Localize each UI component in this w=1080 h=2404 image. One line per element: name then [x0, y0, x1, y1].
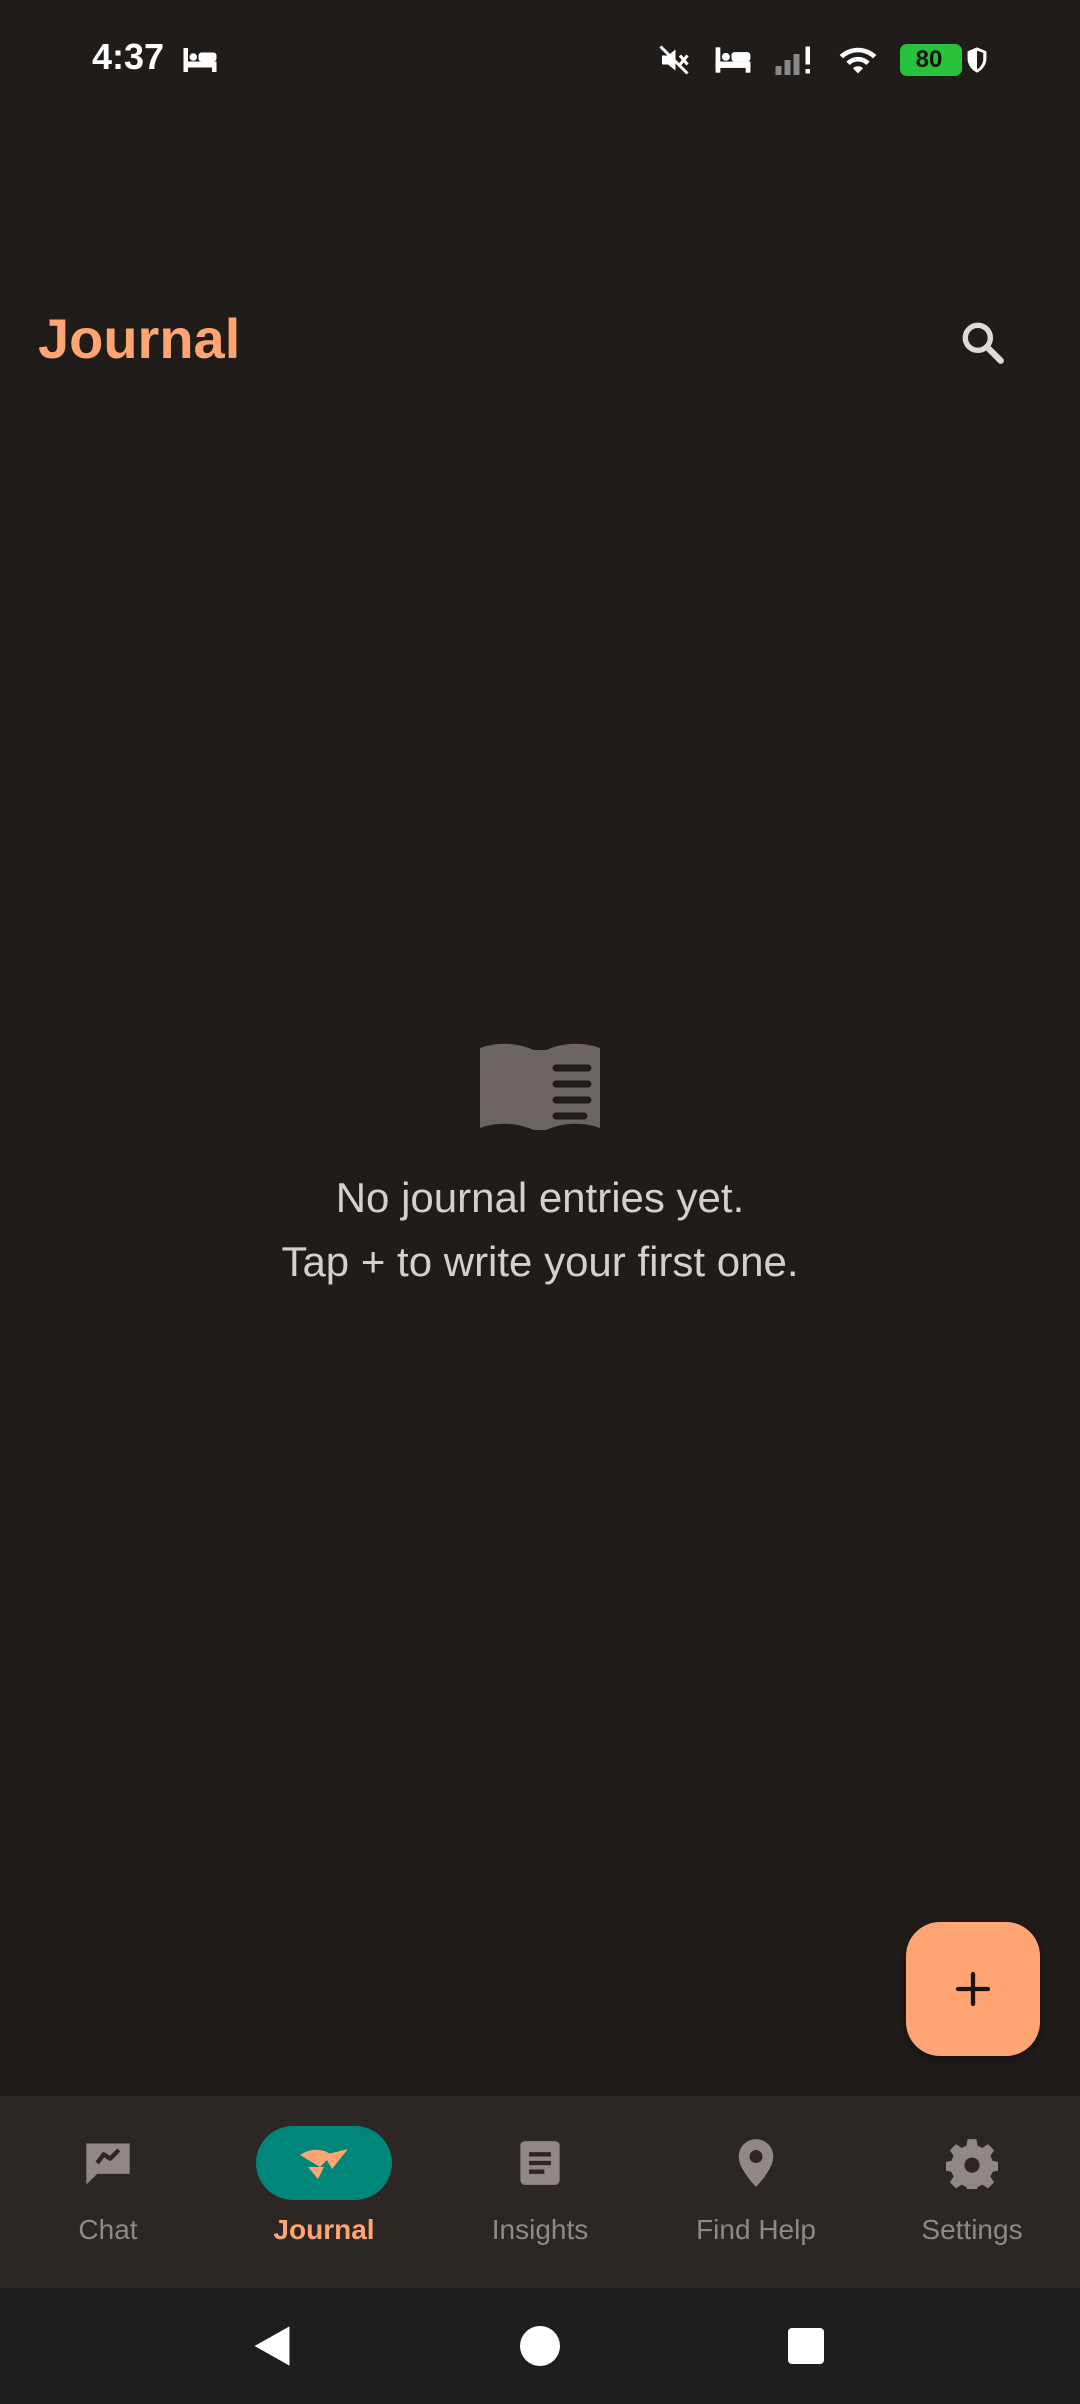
system-navigation-bar — [0, 2288, 1080, 2404]
nav-item-settings[interactable]: Settings — [864, 2096, 1080, 2288]
open-book-icon — [480, 1043, 600, 1130]
wifi-icon — [839, 47, 877, 74]
back-icon[interactable] — [250, 2322, 294, 2370]
search-icon — [962, 322, 1004, 364]
cell-signal-icon — [775, 46, 810, 75]
bed-icon — [715, 47, 751, 73]
journal-icon — [300, 2149, 348, 2179]
empty-state: No journal entries yet. Tap + to write y… — [0, 1040, 1080, 1286]
nav-pill — [472, 2126, 608, 2200]
nav-item-journal[interactable]: Journal — [216, 2096, 432, 2288]
insights-icon — [520, 2141, 560, 2185]
nav-item-insights[interactable]: Insights — [432, 2096, 648, 2288]
nav-pill — [40, 2126, 176, 2200]
mute-icon — [659, 45, 689, 75]
nav-pill — [688, 2126, 824, 2200]
status-time: 4:37 — [92, 36, 165, 77]
nav-label: Settings — [921, 2214, 1023, 2245]
battery-indicator: 80 — [900, 44, 962, 76]
bed-icon — [183, 48, 217, 72]
nav-pill — [904, 2126, 1040, 2200]
battery-level: 80 — [915, 46, 943, 73]
shield-icon — [967, 47, 987, 73]
nav-item-find-help[interactable]: Find Help — [648, 2096, 864, 2288]
nav-pill-active — [256, 2126, 392, 2200]
nav-label: Insights — [491, 2214, 589, 2245]
status-icons: 80 — [656, 40, 988, 80]
status-bar: 4:37 80 — [0, 0, 1080, 120]
nav-item-chat[interactable]: Chat — [0, 2096, 216, 2288]
nav-label: Chat — [78, 2214, 138, 2245]
plus-icon — [955, 1971, 991, 2007]
chat-icon — [86, 2143, 130, 2185]
empty-hint: Tap + to write your first one. — [281, 1238, 799, 1285]
gear-icon — [946, 2139, 998, 2189]
location-pin-icon — [738, 2139, 774, 2187]
recents-icon[interactable] — [786, 2326, 826, 2366]
nav-label: Find Help — [696, 2214, 816, 2245]
add-entry-button[interactable] — [906, 1922, 1040, 2056]
app-header: Journal — [0, 280, 1080, 400]
home-icon[interactable] — [518, 2322, 562, 2370]
empty-message: No journal entries yet. — [335, 1174, 745, 1221]
search-button[interactable] — [946, 306, 1018, 378]
page-title: Journal — [38, 307, 241, 370]
bottom-navigation: Chat Journal Insights Find Help Settings — [0, 2096, 1080, 2288]
nav-label: Journal — [273, 2214, 375, 2245]
